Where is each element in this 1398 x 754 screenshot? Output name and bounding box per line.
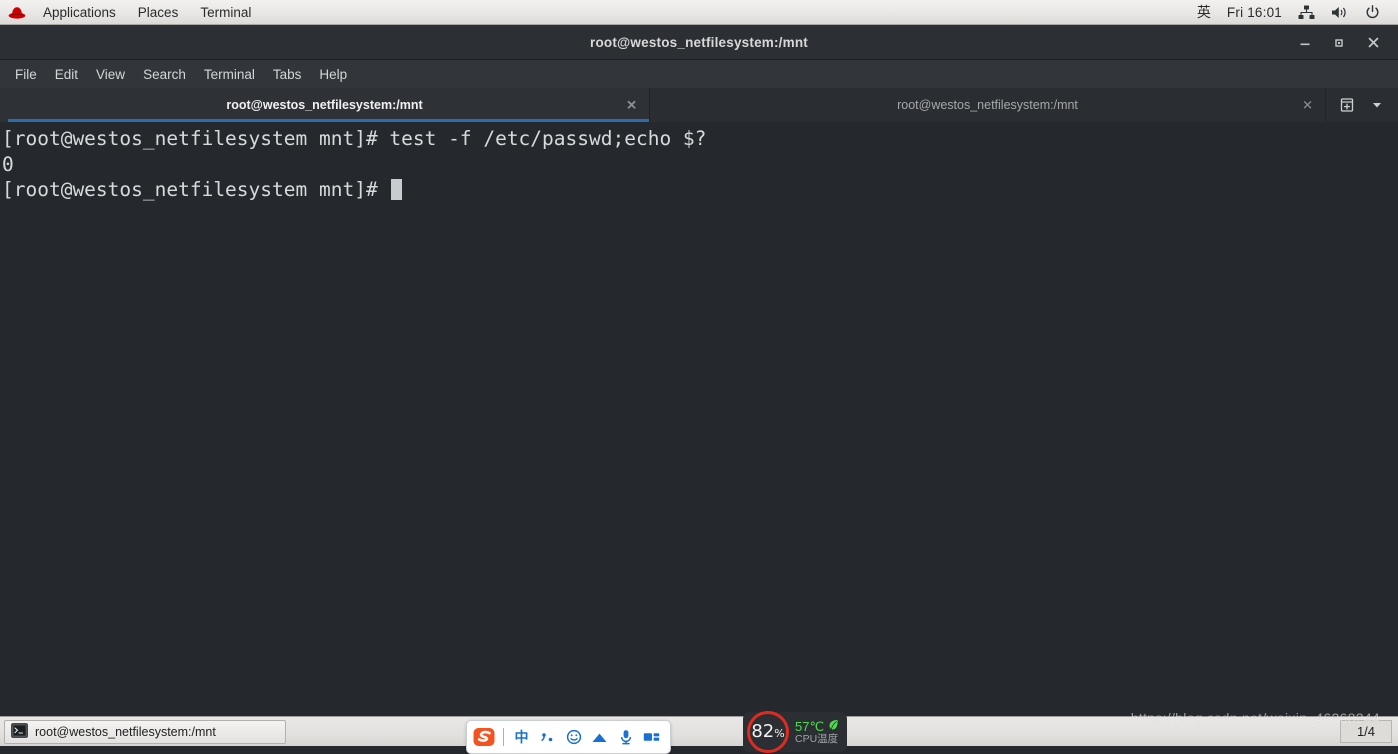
panel-menu-terminal-label: Terminal	[200, 5, 251, 20]
cpu-temperature-row: 57℃	[795, 719, 839, 734]
cpu-temperature-block: 57℃ CPU温度	[795, 719, 839, 745]
terminal-line-1: 0	[2, 152, 1398, 178]
menu-view[interactable]: View	[87, 64, 134, 85]
menu-search[interactable]: Search	[134, 64, 195, 85]
clock[interactable]: Fri 16:01	[1219, 0, 1290, 24]
cloud-icon[interactable]	[588, 725, 611, 749]
cpu-usage-gauge: 82%	[747, 711, 789, 753]
clock-label: Fri 16:01	[1227, 5, 1282, 20]
tab-1[interactable]: root@westos_netfilesystem:/mnt ✕	[650, 88, 1326, 122]
microphone-icon[interactable]	[614, 725, 637, 749]
chinese-mode-label: 中	[515, 727, 529, 747]
cpu-temperature-label: CPU温度	[795, 734, 838, 745]
chevron-down-icon[interactable]	[1364, 92, 1390, 118]
window-titlebar[interactable]: root@westos_netfilesystem:/mnt	[0, 25, 1398, 60]
terminal-icon	[11, 723, 28, 741]
leaf-icon	[828, 719, 839, 734]
network-icon[interactable]	[1290, 0, 1323, 24]
tab-0-close-icon[interactable]: ✕	[626, 99, 637, 112]
panel-menu-places-label: Places	[138, 5, 179, 20]
input-method-indicator[interactable]: 英	[1189, 0, 1219, 24]
new-tab-icon[interactable]	[1334, 92, 1360, 118]
terminal-line-2: [root@westos_netfilesystem mnt]#	[2, 177, 1398, 203]
tab-1-label: root@westos_netfilesystem:/mnt	[897, 98, 1078, 112]
tab-1-close-icon[interactable]: ✕	[1302, 99, 1313, 112]
menu-tabs-label: Tabs	[273, 67, 302, 82]
terminal-line-0: [root@westos_netfilesystem mnt]# test -f…	[2, 126, 1398, 152]
sogou-ime-toolbar[interactable]: 中	[466, 720, 671, 754]
close-button[interactable]	[1356, 28, 1390, 58]
input-method-label: 英	[1197, 2, 1211, 22]
taskbar: root@westos_netfilesystem:/mnt 中	[0, 716, 1398, 746]
menu-file[interactable]: File	[6, 64, 46, 85]
volume-icon[interactable]	[1323, 0, 1357, 24]
panel-menu-places[interactable]: Places	[127, 0, 190, 24]
menu-terminal[interactable]: Terminal	[195, 64, 264, 85]
panel-menu-terminal[interactable]: Terminal	[189, 0, 262, 24]
tab-0-label: root@westos_netfilesystem:/mnt	[226, 98, 422, 112]
window-controls	[1288, 25, 1390, 60]
sogou-logo-icon[interactable]	[471, 724, 497, 750]
taskbar-window-label: root@westos_netfilesystem:/mnt	[35, 725, 216, 739]
tabbar-actions	[1326, 88, 1398, 122]
tabbar: root@westos_netfilesystem:/mnt ✕ root@we…	[0, 88, 1398, 122]
workspace-switcher-label: 1/4	[1357, 724, 1375, 739]
terminal-prompt: [root@westos_netfilesystem mnt]#	[2, 178, 389, 201]
chinese-mode-icon[interactable]: 中	[510, 725, 533, 749]
window-title: root@westos_netfilesystem:/mnt	[590, 35, 808, 50]
panel-menu-applications[interactable]: Applications	[32, 0, 127, 24]
punctuation-icon[interactable]	[536, 725, 559, 749]
panel-tray-group: 英 Fri 16:01	[1189, 0, 1398, 24]
terminal-cursor	[391, 179, 402, 200]
menu-tabs[interactable]: Tabs	[264, 64, 311, 85]
panel-left-group: Applications Places Terminal	[0, 0, 262, 24]
maximize-button[interactable]	[1322, 28, 1356, 58]
terminal-window: root@westos_netfilesystem:/mnt File Edit…	[0, 25, 1398, 716]
cpu-usage-text: 82%	[751, 723, 784, 741]
menu-edit-label: Edit	[55, 67, 78, 82]
minimize-button[interactable]	[1288, 28, 1322, 58]
cpu-usage-value: 82	[751, 721, 774, 742]
menu-help[interactable]: Help	[310, 64, 356, 85]
cpu-usage-unit: %	[774, 727, 784, 740]
menu-file-label: File	[15, 67, 37, 82]
menu-help-label: Help	[319, 67, 347, 82]
panel-menu-applications-label: Applications	[43, 5, 116, 20]
menu-edit[interactable]: Edit	[46, 64, 87, 85]
menubar: File Edit View Search Terminal Tabs Help	[0, 60, 1398, 88]
emoji-icon[interactable]	[562, 725, 585, 749]
sogou-separator	[503, 728, 504, 746]
menu-search-label: Search	[143, 67, 186, 82]
terminal-output[interactable]: [root@westos_netfilesystem mnt]# test -f…	[0, 122, 1398, 716]
workspace-switcher[interactable]: 1/4	[1340, 720, 1392, 743]
taskbar-window-button[interactable]: root@westos_netfilesystem:/mnt	[4, 720, 286, 744]
keyboard-icon[interactable]	[640, 725, 663, 749]
menu-view-label: View	[96, 67, 125, 82]
cpu-temperature-value: 57℃	[795, 720, 824, 734]
menu-terminal-label: Terminal	[204, 67, 255, 82]
cpu-monitor-widget[interactable]: 82% 57℃ CPU温度	[743, 712, 847, 752]
gnome-top-panel: Applications Places Terminal 英 Fri 16:01	[0, 0, 1398, 25]
tab-0[interactable]: root@westos_netfilesystem:/mnt ✕	[0, 88, 650, 122]
redhat-logo-icon	[0, 5, 32, 20]
power-icon[interactable]	[1357, 0, 1388, 24]
